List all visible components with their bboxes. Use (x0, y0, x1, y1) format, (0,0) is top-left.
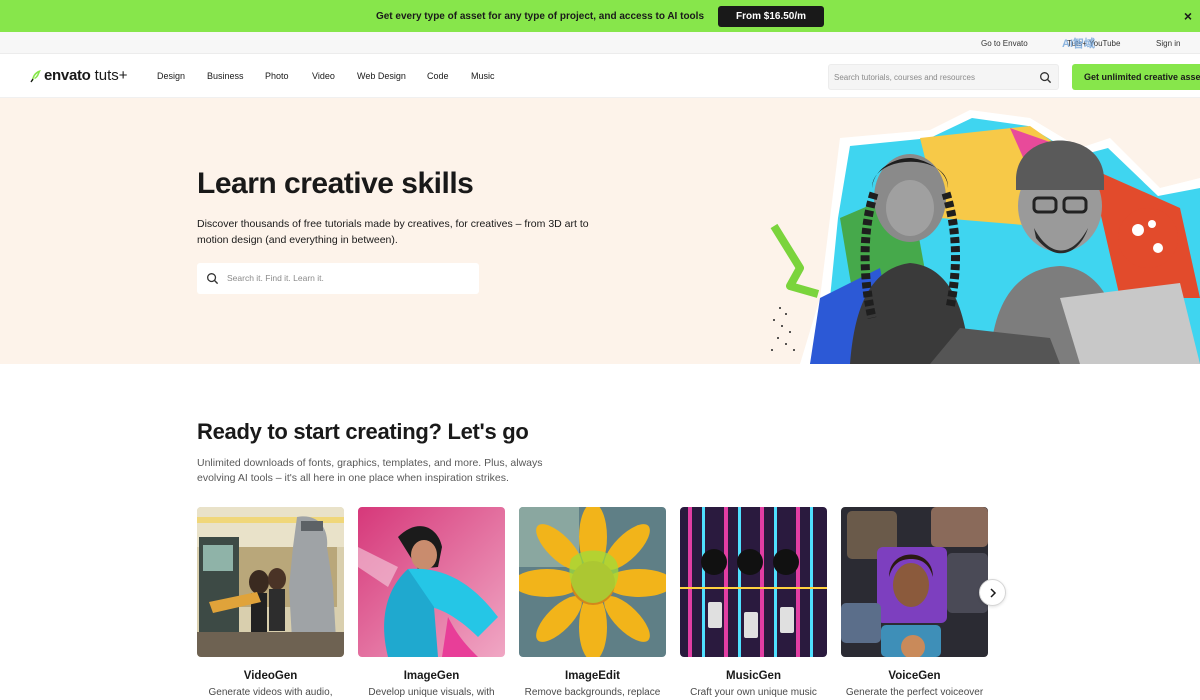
promo-banner: Get every type of asset for any type of … (0, 0, 1200, 32)
hero-description: Discover thousands of free tutorials mad… (197, 218, 589, 246)
ai-tools-carousel: VideoGen Generate videos with audio, Ima… (197, 507, 997, 700)
nav-item-code[interactable]: Code (427, 71, 449, 81)
sign-in-link[interactable]: Sign in (1156, 39, 1180, 48)
go-to-envato-link[interactable]: Go to Envato (981, 39, 1028, 48)
card-name: MusicGen (726, 670, 781, 682)
card-name: ImageGen (403, 670, 460, 682)
card-name: VoiceGen (888, 670, 941, 682)
card-description: Remove backgrounds, replace (524, 687, 661, 698)
hero-search-placeholder: Search it. Find it. Learn it. (227, 273, 324, 283)
card-description: Generate the perfect voiceover (845, 687, 984, 698)
search-icon[interactable] (1039, 71, 1052, 84)
hero-title: Learn creative skills (197, 167, 474, 200)
main-nav: envato tuts+ Design Business Photo Video… (0, 55, 1200, 98)
musicgen-image (680, 507, 827, 657)
chevron-right-icon (989, 587, 996, 598)
imageedit-image (519, 507, 666, 657)
card-imagegen[interactable]: ImageGen Develop unique visuals, with (358, 507, 505, 698)
card-voicegen[interactable]: VoiceGen Generate the perfect voiceover (841, 507, 988, 698)
nav-item-design[interactable]: Design (157, 71, 185, 81)
imagegen-image (358, 507, 505, 657)
promo-pricing-button[interactable]: From $16.50/m (718, 5, 825, 27)
logo-brand: envato (44, 67, 91, 84)
card-imageedit[interactable]: ImageEdit Remove backgrounds, replace (519, 507, 666, 698)
hero-search-input[interactable]: Search it. Find it. Learn it. (197, 263, 479, 294)
nav-search-input[interactable]: Search tutorials, courses and resources (828, 64, 1059, 90)
card-musicgen[interactable]: MusicGen Craft your own unique music (680, 507, 827, 698)
nav-item-web-design[interactable]: Web Design (357, 71, 406, 81)
logo-product: tuts+ (94, 67, 128, 84)
section-description: Unlimited downloads of fonts, graphics, … (197, 457, 543, 484)
nav-item-music[interactable]: Music (471, 71, 495, 81)
card-description: Craft your own unique music (690, 687, 817, 698)
card-description: Generate videos with audio, (208, 687, 333, 698)
hero-illustration (770, 110, 1200, 364)
logo[interactable]: envato tuts+ (30, 67, 128, 84)
search-icon (207, 273, 219, 285)
section-title: Ready to start creating? Let's go (197, 419, 529, 444)
voicegen-image (841, 507, 988, 657)
close-icon[interactable]: × (1184, 8, 1192, 24)
card-name: VideoGen (243, 670, 298, 682)
nav-search-placeholder: Search tutorials, courses and resources (834, 73, 975, 82)
promo-text: Get every type of asset for any type of … (375, 10, 704, 22)
carousel-next-button[interactable] (979, 579, 1006, 606)
utility-bar: Go to Envato Tuts+ YouTube Sign in (0, 32, 1200, 54)
card-name: ImageEdit (565, 670, 620, 682)
card-description: Develop unique visuals, with (368, 687, 495, 698)
card-videogen[interactable]: VideoGen Generate videos with audio, (197, 507, 344, 698)
nav-item-video[interactable]: Video (312, 71, 335, 81)
watermark-logo: AI智域 (1062, 38, 1095, 50)
nav-item-photo[interactable]: Photo (265, 71, 289, 81)
get-unlimited-assets-button[interactable]: Get unlimited creative assets (1072, 64, 1200, 90)
nav-item-business[interactable]: Business (207, 71, 244, 81)
envato-leaf-icon (30, 69, 41, 82)
videogen-image (197, 507, 344, 657)
hero-section: Learn creative skills Discover thousands… (0, 98, 1200, 364)
